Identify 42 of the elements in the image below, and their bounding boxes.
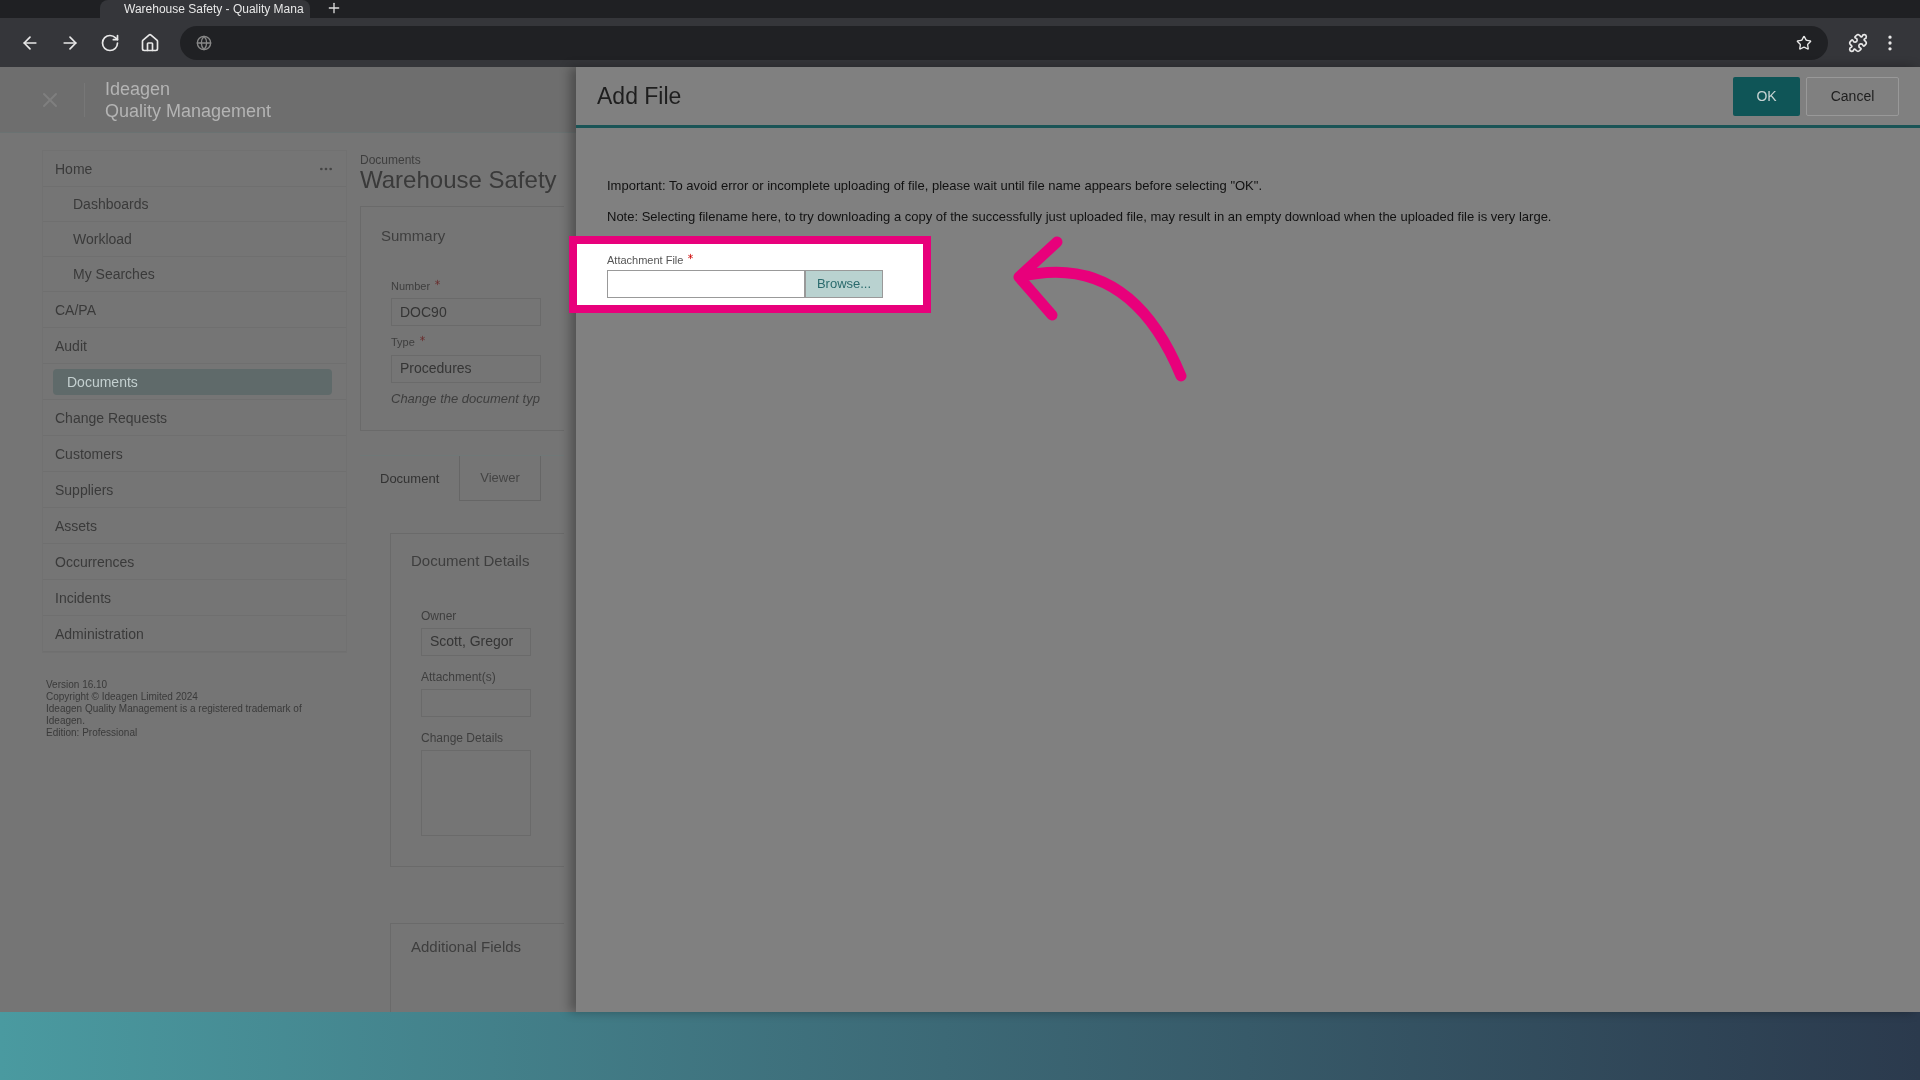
globe-icon [196,34,212,51]
home-icon[interactable] [140,32,160,53]
sidebar-item[interactable]: Customers [55,440,123,467]
extensions-icon[interactable] [1848,32,1868,53]
cancel-button[interactable]: Cancel [1806,76,1899,116]
bookmark-star-icon[interactable] [1796,34,1812,51]
sidebar-item[interactable]: Administration [55,620,144,647]
sidebar-item[interactable]: Dashboards [73,191,149,217]
sidebar-item[interactable]: Occurrences [55,548,135,575]
footer-text: Copyright © Ideagen Limited 2024 [46,691,198,703]
browse-button[interactable]: Browse... [805,269,883,298]
sidebar-item[interactable]: My Searches [73,261,155,287]
reload-icon[interactable] [100,32,120,53]
text-field[interactable]: Procedures [391,354,541,383]
field-label: Owner [421,607,457,625]
sidebar-item[interactable]: Workload [73,226,132,252]
dialog-title: Add File [597,81,683,111]
sidebar-item[interactable]: Home [55,155,93,182]
new-tab-icon[interactable] [326,0,342,16]
product-name: Quality Management [105,101,272,120]
sidebar-item[interactable]: Audit [55,332,87,359]
page-title: Warehouse Safety [360,168,557,192]
text-field[interactable]: Scott, Gregor [421,627,531,656]
field-label: Attachment(s) [421,668,496,686]
note-text: Important: To avoid error or incomplete uploading of file, please wait until file name appears before selecting "OK". [607,177,1263,195]
sidebar-item[interactable]: Suppliers [55,476,114,503]
sidebar-item[interactable]: CA/PA [55,296,96,323]
logo: Ideagen [105,79,172,98]
tab-title: Warehouse Safety - Quality Mana [124,1,304,18]
footer-text: Edition: Professional [46,727,138,739]
ok-button[interactable]: OK [1733,76,1800,116]
field-label: Attachment File [607,253,684,268]
field-label: Number [391,278,431,294]
sidebar-item[interactable]: Change Requests [55,404,168,431]
card-heading: Summary [381,226,446,246]
sidebar-item[interactable]: Incidents [55,584,112,611]
file-input[interactable] [607,269,805,298]
browser-tab[interactable]: Warehouse Safety - Quality Mana [100,0,310,18]
sidebar-item[interactable]: Documents [53,368,332,395]
text-field[interactable]: DOC90 [391,298,541,326]
note-text: Note: Selecting filename here, to try downloading a copy of the successfully just uploaded file, may result in an empty download when the uploaded file is very large. [607,207,1553,226]
sidebar-item[interactable]: Assets [55,512,97,539]
